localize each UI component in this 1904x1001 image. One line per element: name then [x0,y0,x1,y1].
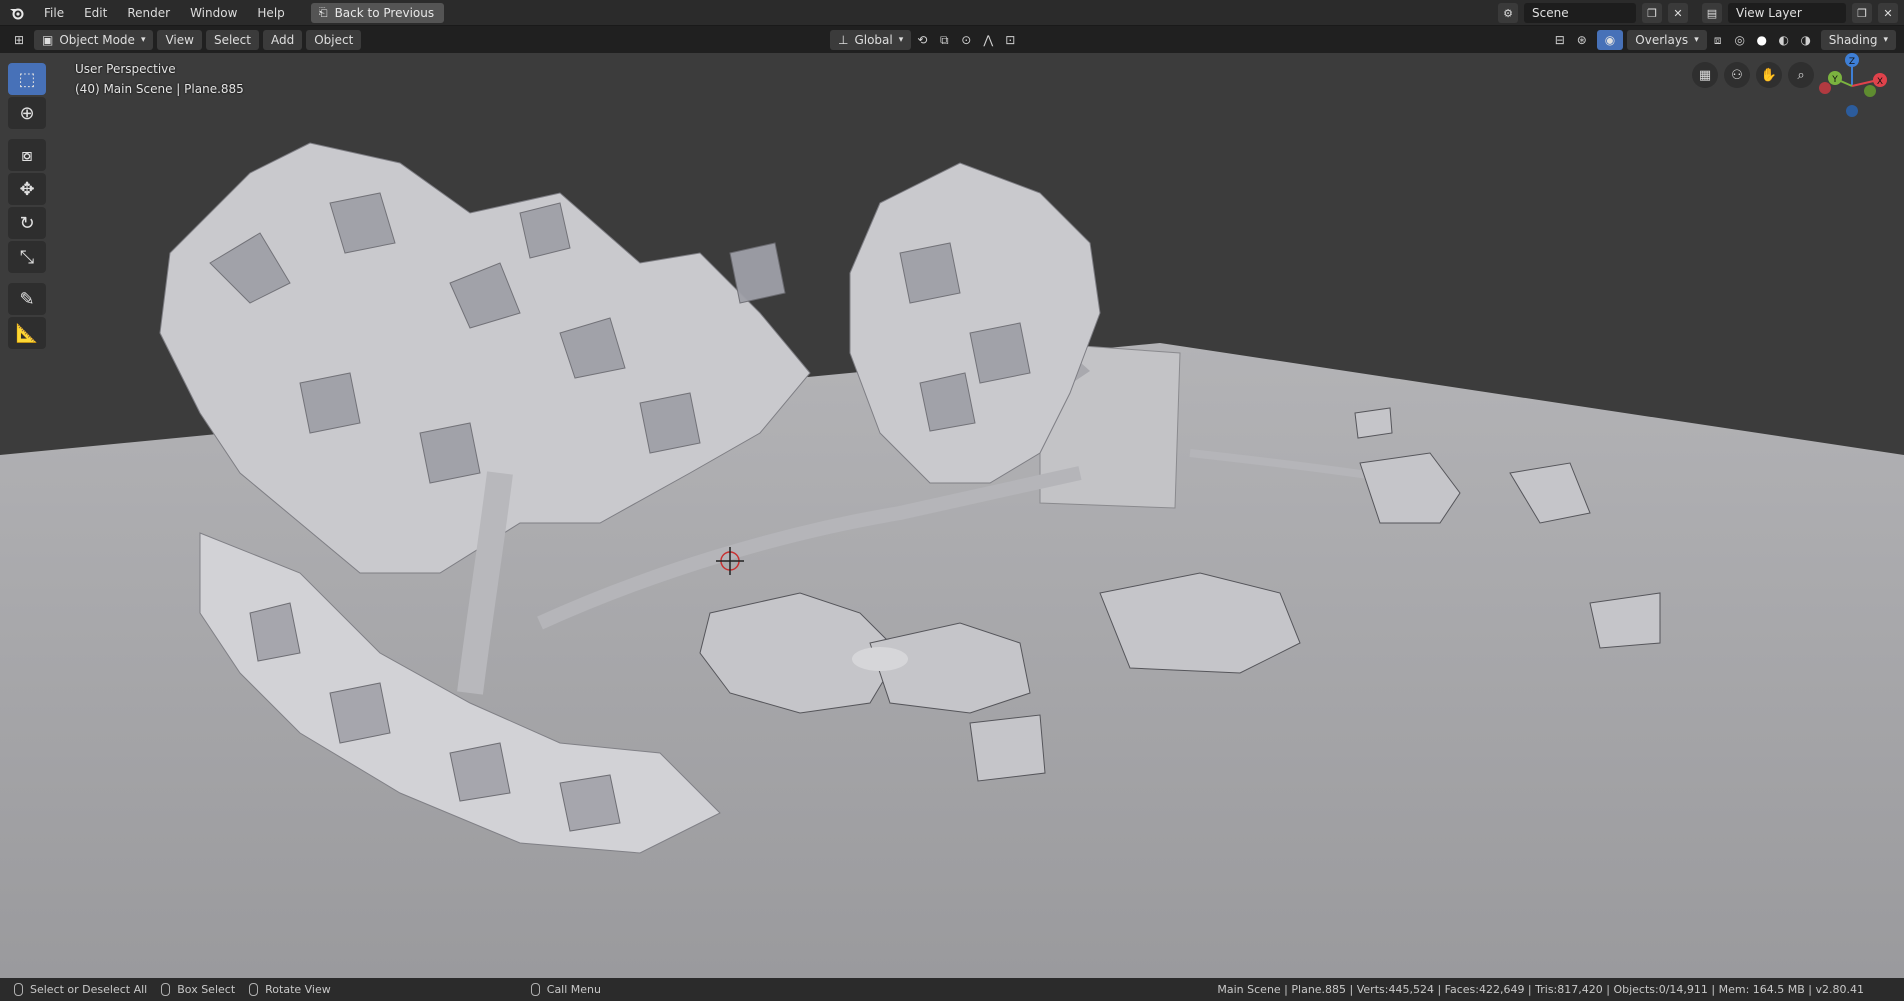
cursor-icon[interactable]: ⊕ [8,97,46,129]
overlays-dropdown[interactable]: Overlays ▾ [1627,30,1707,50]
menu-help[interactable]: Help [247,0,294,26]
new-view-layer-icon[interactable]: ❐ [1852,3,1872,23]
gizmo-toggle-icon[interactable]: ⊛ [1571,30,1593,50]
overlays-toggle-icon[interactable]: ◉ [1596,30,1624,50]
rotate-view-label: Rotate View [265,983,331,996]
orientation-icon: ⊥ [838,33,849,47]
transform-options-icon[interactable]: ⊡ [999,30,1021,50]
wireframe-shading-icon[interactable]: ◎ [1729,30,1751,50]
mode-label: Object Mode [59,33,135,47]
shading-dropdown[interactable]: Shading ▾ [1820,30,1896,50]
select-box-icon[interactable]: ⬚ [8,63,46,95]
object-mode-icon: ▣ [42,33,54,47]
3d-viewport[interactable]: Z X Y [0,53,1904,978]
menu-file[interactable]: File [34,0,74,26]
menu-select[interactable]: Select [205,30,259,50]
back-to-previous-button[interactable]: ⎗ Back to Previous [310,2,445,23]
snap-icon[interactable]: ⧉ [933,30,955,50]
camera-view-icon[interactable]: ⚇ [1724,62,1750,88]
menu-add[interactable]: Add [262,30,303,50]
overlays-label: Overlays [1635,33,1689,47]
new-scene-icon[interactable]: ❐ [1642,3,1662,23]
grid-view-icon[interactable]: ▦ [1692,62,1718,88]
blender-logo-icon[interactable] [0,0,34,26]
delete-view-layer-icon[interactable]: ✕ [1878,3,1898,23]
mode-dropdown[interactable]: ▣ Object Mode ▾ [34,30,154,50]
scene-stats: Main Scene | Plane.885 | Verts:445,524 |… [1217,983,1864,996]
call-menu-label: Call Menu [546,983,601,996]
tool-shelf: ⬚ ⊕ ⧇ ✥ ↻ ⤡ ✎ 📐 [8,63,48,349]
shading-label: Shading [1828,33,1878,47]
scene-selector-icon[interactable]: ⚙ [1498,3,1518,23]
back-icon: ⎗ [318,5,328,19]
status-call-menu: Call Menu [530,983,601,996]
transform-controls: ⊥ Global ▾ ⟲ ⧉ ⊙ ⋀ ⊡ [826,30,1021,50]
proportional-editing-icon[interactable]: ⊙ [955,30,977,50]
chevron-down-icon: ▾ [898,35,904,45]
mouse-middle-icon [249,983,259,996]
menu-render[interactable]: Render [117,0,180,26]
falloff-icon[interactable]: ⋀ [977,30,999,50]
orientation-label: Global [854,33,893,47]
rotate-icon[interactable]: ↻ [8,207,46,239]
scene-controls: ⚙ Scene ❐ ✕ ▤ View Layer ❐ ✕ [1498,3,1898,23]
menu-object[interactable]: Object [306,30,362,50]
mouse-drag-icon [161,983,171,996]
material-shading-icon[interactable]: ◐ [1773,30,1795,50]
chevron-down-icon: ▾ [1694,35,1699,45]
solid-shading-icon[interactable]: ● [1751,30,1773,50]
annotate-icon[interactable]: ✎ [8,283,46,315]
box-select-label: Box Select [177,983,236,996]
scene-render: Z X Y [0,53,1904,978]
measure-icon[interactable]: 📐 [8,317,46,349]
status-rotate-view: Rotate View [249,983,331,996]
z-axis-label: Z [1849,57,1855,67]
viewport-header: ⊞ ▣ Object Mode ▾ View Select Add Object… [0,27,1904,53]
mouse-right-icon [530,983,540,996]
perspective-label: User Perspective [75,62,176,76]
menu-window[interactable]: Window [180,0,247,26]
editor-type-icon[interactable]: ⊞ [8,30,30,50]
zoom-view-icon[interactable]: ⌕ [1788,62,1814,88]
xray-icon[interactable]: ⧈ [1707,30,1729,50]
navigation-controls: ▦ ⚇ ✋ ⌕ [1692,62,1814,88]
scale-icon[interactable]: ⤡ [8,241,46,273]
select-all-label: Select or Deselect All [30,983,148,996]
status-box-select: Box Select [161,983,235,996]
status-bar: Select or Deselect All Box Select Rotate… [0,978,1904,1001]
rendered-shading-icon[interactable]: ◑ [1795,30,1817,50]
menu-view[interactable]: View [157,30,202,50]
menu-edit[interactable]: Edit [74,0,117,26]
view-layer-selector-icon[interactable]: ▤ [1702,3,1722,23]
object-info-label: (40) Main Scene | Plane.885 [75,82,244,96]
viewport-filter-icon[interactable]: ⊟ [1549,30,1571,50]
chevron-down-icon: ▾ [1883,35,1888,45]
back-button-label: Back to Previous [334,5,435,20]
mouse-left-icon [14,983,23,996]
top-bar: File Edit Render Window Help ⎗ Back to P… [0,0,1904,26]
pan-view-icon[interactable]: ✋ [1756,62,1782,88]
y-axis-label: Y [1831,75,1838,85]
pivot-icon[interactable]: ⟲ [911,30,933,50]
scene-name-field[interactable]: Scene [1524,3,1636,23]
status-select-all: Select or Deselect All [14,983,147,996]
x-axis-label: X [1877,77,1883,87]
display-controls: ⊟ ⊛ ◉ Overlays ▾ ⧈ ◎ ● ◐ ◑ Shading ▾ [1549,30,1896,50]
transform-orientation-dropdown[interactable]: ⊥ Global ▾ [830,30,912,50]
chevron-down-icon: ▾ [140,35,146,45]
move-icon[interactable]: ✥ [8,173,46,205]
transform-icon[interactable]: ⧇ [8,139,46,171]
view-layer-field[interactable]: View Layer [1728,3,1846,23]
delete-scene-icon[interactable]: ✕ [1668,3,1688,23]
